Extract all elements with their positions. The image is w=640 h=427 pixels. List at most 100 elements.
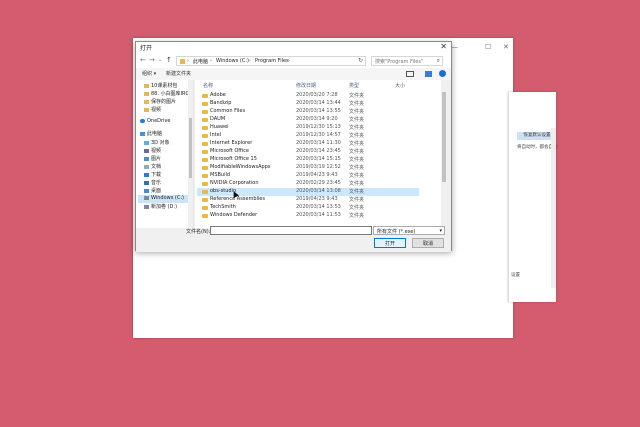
breadcrumb-program-files[interactable]: Program Files [255, 58, 289, 64]
sidebar-item-drive-d[interactable]: 新加卷 (D:) [144, 203, 193, 211]
address-bar[interactable]: › 此电脑 › Windows (C:) › Program Files › [176, 56, 366, 66]
dialog-title: 打开 [140, 45, 153, 52]
file-row[interactable]: DAUM 2020/03/14 9:20 文件夹 [197, 116, 419, 124]
folder-icon [202, 205, 208, 210]
file-name: Internet Explorer [210, 140, 253, 146]
sidebar-item-this-pc[interactable]: 此电脑 [140, 130, 192, 138]
file-name: Microsoft Office [210, 148, 249, 154]
file-row[interactable]: Bandizip 2020/03/14 13:44 文件夹 [197, 100, 419, 108]
file-row[interactable]: Huawei 2019/12/30 15:13 文件夹 [197, 124, 419, 132]
up-icon[interactable]: ↑ [166, 56, 172, 64]
refresh-icon[interactable]: ↻ [358, 57, 363, 64]
file-date: 2020/03/14 23:45 [296, 148, 341, 154]
file-row[interactable]: Common Files 2020/03/14 13:55 文件夹 [197, 108, 419, 116]
breadcrumb-drive[interactable]: Windows (C:) [216, 58, 249, 64]
file-date: 2019/03/19 12:52 [296, 164, 341, 170]
search-icon: ⌕ [436, 57, 440, 64]
search-input[interactable]: 搜索"Program Files" ⌕ [371, 56, 443, 66]
folder-icon [202, 173, 208, 178]
filename-input[interactable] [210, 226, 372, 235]
file-row[interactable]: Adobe 2020/03/20 7:28 文件夹 [197, 92, 419, 100]
recent-locations-icon[interactable]: ⌄ [158, 57, 162, 63]
cancel-button[interactable]: 取消 [412, 238, 444, 248]
sidebar-item-drive-c[interactable]: Windows (C:) [138, 195, 190, 203]
new-folder-button[interactable]: 新建文件夹 [166, 70, 191, 77]
folder-icon [144, 83, 149, 88]
sidebar-item-label: 3D 对象 [151, 140, 170, 146]
file-date: 2020/03/14 13:55 [296, 108, 341, 114]
drive-icon [144, 195, 149, 200]
sidebar-item-label: 桌面 [151, 188, 162, 194]
sidebar-item-3d-objects[interactable]: 3D 对象 [144, 139, 193, 147]
help-icon[interactable] [439, 70, 446, 77]
restore-default-button[interactable]: 恢复默认设置 [517, 132, 555, 140]
sidebar-item-desktop[interactable]: 桌面 [144, 187, 193, 195]
sidebar-item-videos-quick[interactable]: 视频 [144, 106, 193, 114]
column-header-size[interactable]: 大小 [395, 82, 405, 89]
file-row[interactable]: Microsoft Office 2020/03/14 23:45 文件夹 [197, 148, 419, 156]
file-row[interactable]: Windows Defender 2020/03/14 11:53 文件夹 [197, 212, 419, 220]
file-name: ModifiableWindowsApps [210, 164, 271, 170]
sidebar-item-downloads[interactable]: 下载 [144, 171, 193, 179]
file-name: Common Files [210, 108, 246, 114]
close-icon[interactable]: ✕ [503, 43, 509, 51]
file-type: 文件夹 [349, 149, 365, 155]
filetype-select[interactable]: 所有文件 (*.exe) ▾ [373, 226, 445, 235]
preview-pane-icon[interactable] [425, 71, 432, 77]
file-name: Adobe [210, 92, 226, 98]
folder-icon [144, 99, 149, 104]
back-icon[interactable]: ← [140, 56, 146, 64]
sidebar-item-label: 音乐 [151, 180, 162, 186]
file-row[interactable]: Internet Explorer 2020/03/14 11:30 文件夹 [197, 140, 419, 148]
file-row[interactable]: TechSmith 2020/03/14 13:53 文件夹 [197, 204, 419, 212]
sidebar-item-videos[interactable]: 视频 [144, 147, 193, 155]
sidebar-item-label: Windows (C:) [151, 195, 184, 201]
view-options-icon[interactable] [406, 71, 414, 77]
breadcrumb-this-pc[interactable]: 此电脑 [193, 58, 208, 65]
video-icon [144, 148, 149, 153]
file-date: 2020/03/14 11:53 [296, 212, 341, 218]
navigation-pane: 10课素材包 88. 小白图库IRG 保存的图片 视频 OneDrive 此电脑… [136, 80, 194, 228]
sidebar-item-label: 10课素材包 [151, 83, 178, 89]
file-date: 2020/03/14 11:30 [296, 140, 341, 146]
sidebar-item-documents[interactable]: 文档 [144, 163, 193, 171]
settings-window: 恢复默认设置 将自动时，都会自动 设置 [508, 92, 558, 302]
open-button[interactable]: 打开 [374, 238, 406, 248]
settings-scrollbar[interactable] [551, 128, 556, 288]
folder-icon [202, 133, 208, 138]
minimize-icon[interactable]: — [451, 43, 458, 51]
sidebar-item-label: 视频 [151, 107, 162, 113]
sidebar-item-saved-pictures[interactable]: 保存的图片 [144, 98, 193, 106]
file-row[interactable]: NVIDIA Corporation 2020/02/29 23:45 文件夹 [197, 180, 419, 188]
file-name: Reference Assemblies [210, 196, 265, 202]
file-row[interactable]: Intel 2019/12/30 14:57 文件夹 [197, 132, 419, 140]
close-icon[interactable]: ✕ [440, 42, 447, 51]
sidebar-item-label: 视频 [151, 148, 162, 154]
sidebar-item-10-kesucai[interactable]: 10课素材包 [144, 82, 193, 90]
maximize-icon[interactable]: ☐ [485, 43, 491, 51]
file-list-scrollbar-thumb[interactable] [442, 92, 446, 182]
file-name: NVIDIA Corporation [210, 180, 259, 186]
sidebar-item-88-tuku[interactable]: 88. 小白图库IRG [144, 90, 193, 98]
file-type: 文件夹 [349, 141, 365, 147]
sidebar-item-music[interactable]: 音乐 [144, 179, 193, 187]
file-list: 名称 修改日期 类型 大小 Adobe 2020/03/20 7:28 文件夹 Ba… [195, 80, 447, 228]
sidebar-item-label: 图片 [151, 156, 162, 162]
file-row[interactable]: Microsoft Office 15 2020/03/14 15:15 文件夹 [197, 156, 419, 164]
organize-button[interactable]: 组织 ▾ [142, 70, 156, 77]
sidebar-item-pictures[interactable]: 图片 [144, 155, 193, 163]
column-header-name[interactable]: 名称 [203, 82, 213, 89]
sidebar-item-label: 保存的图片 [151, 99, 177, 105]
file-name: Intel [210, 132, 222, 138]
file-type: 文件夹 [349, 157, 365, 163]
column-header-type[interactable]: 类型 [349, 82, 359, 89]
folder-icon [202, 189, 208, 194]
sidebar-item-onedrive[interactable]: OneDrive [140, 118, 192, 126]
file-row[interactable]: MSBuild 2019/04/23 9:43 文件夹 [197, 172, 419, 180]
navigation-scrollbar-thumb[interactable] [189, 118, 192, 178]
column-header-date[interactable]: 修改日期 [296, 82, 316, 89]
forward-icon[interactable]: → [149, 56, 155, 64]
file-row[interactable]: ModifiableWindowsApps 2019/03/19 12:52 文件夹 [197, 164, 419, 172]
file-row[interactable]: Reference Assemblies 2019/04/23 9:43 文件夹 [197, 196, 419, 204]
file-date: 2019/12/30 15:13 [296, 124, 341, 130]
